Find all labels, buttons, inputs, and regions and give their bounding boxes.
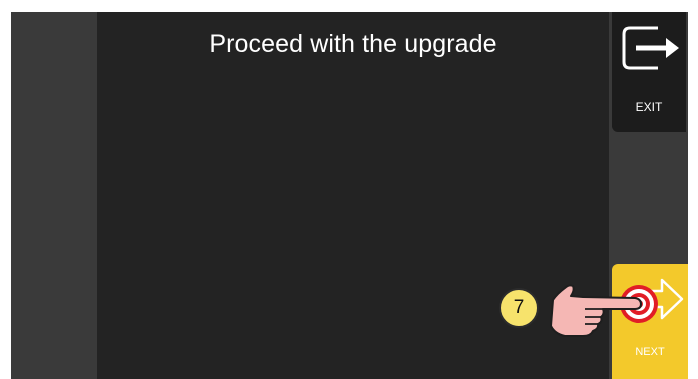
main-panel: Proceed with the upgrade <box>97 12 609 379</box>
pointing-hand-icon <box>550 284 658 337</box>
exit-label: EXIT <box>635 100 663 114</box>
exit-button[interactable]: EXIT <box>612 12 686 132</box>
next-label: NEXT <box>635 346 665 358</box>
exit-arrow-icon <box>622 26 679 70</box>
device-screen: Proceed with the upgrade EXIT NEXT 7 <box>11 12 688 379</box>
page-title: Proceed with the upgrade <box>209 30 497 58</box>
step-number-badge: 7 <box>499 288 539 328</box>
